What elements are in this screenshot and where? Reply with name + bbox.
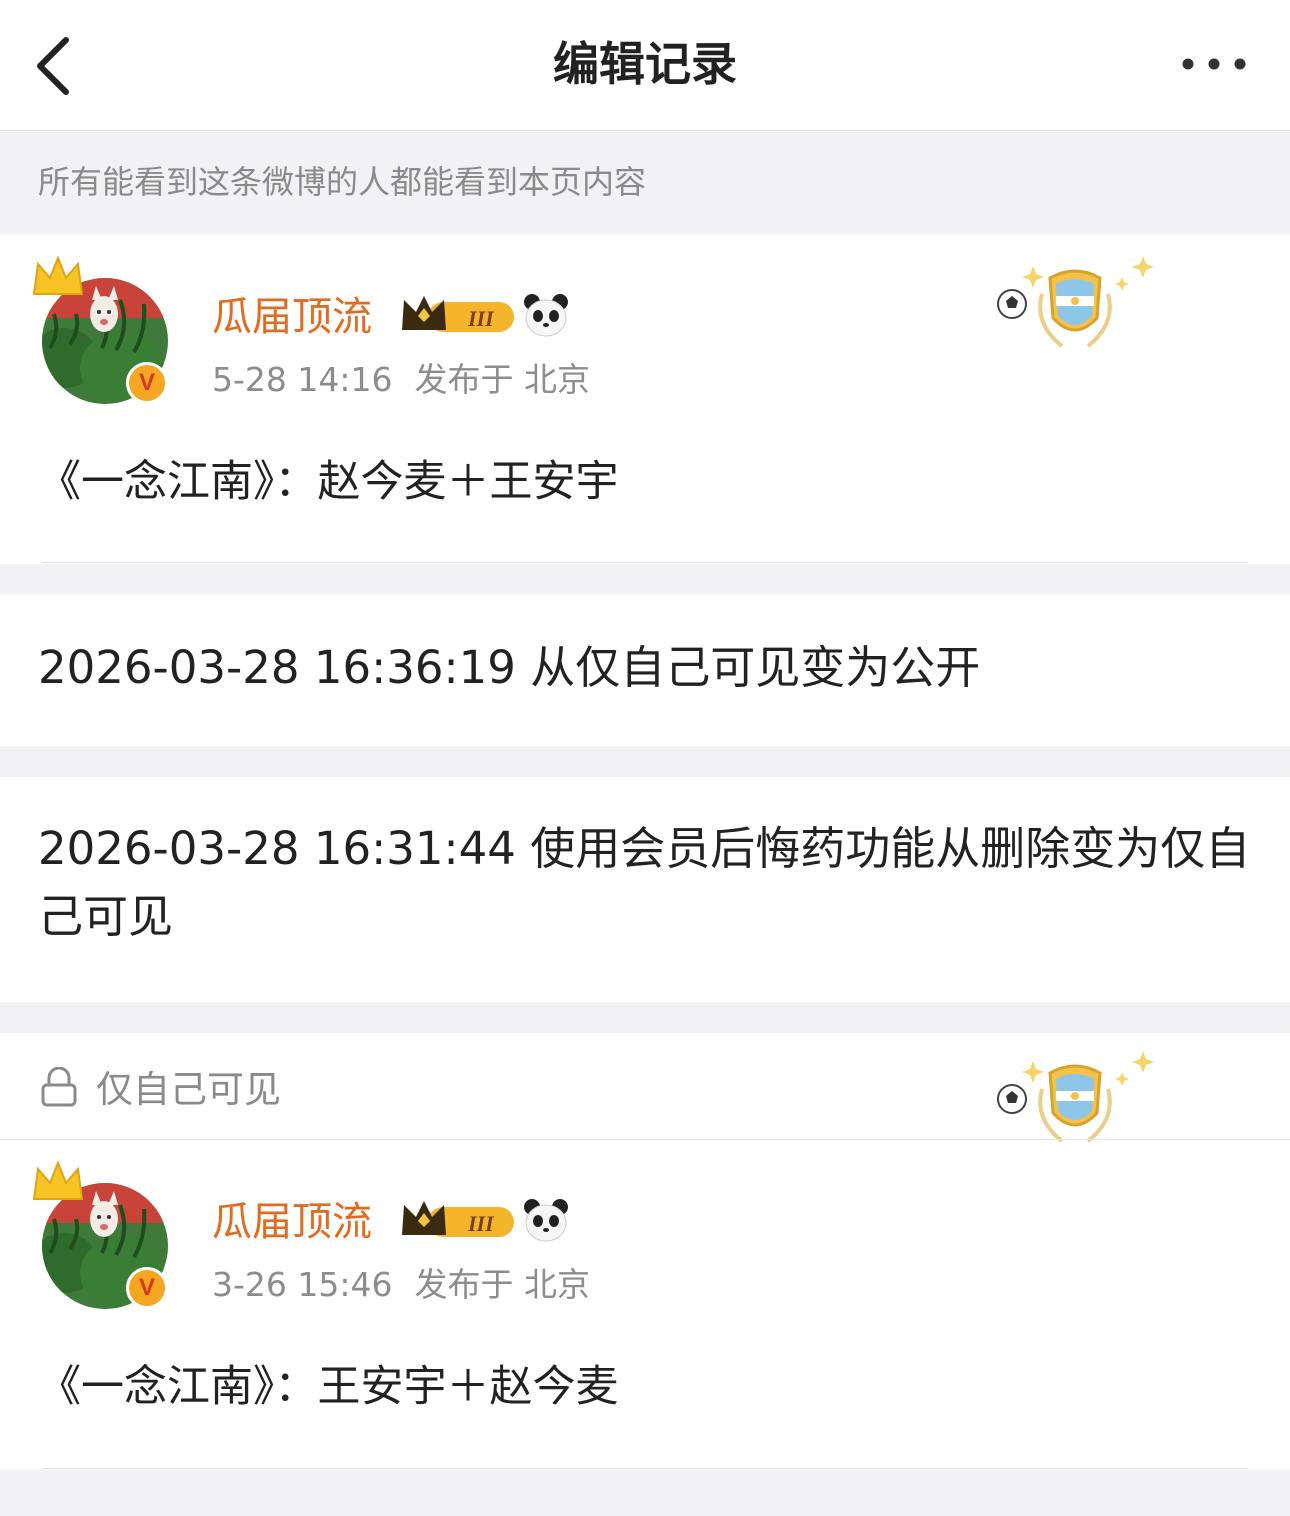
edit-log-text: 2026-03-28 16:31:44 使用会员后悔药功能从删除变为仅自己可见 — [38, 822, 1251, 943]
username[interactable]: 瓜届顶流 — [212, 292, 372, 342]
post-location: 发布于 北京 — [414, 360, 591, 399]
edit-log-text: 2026-03-28 16:36:19 从仅自己可见变为公开 — [38, 641, 981, 694]
more-dots-icon — [1182, 58, 1246, 70]
divider — [0, 1139, 1290, 1140]
edit-log-item: 2026-03-28 16:36:19 从仅自己可见变为公开 — [0, 594, 1290, 746]
argentina-football-shield-badge-icon — [997, 256, 1154, 348]
post-card-previous: 仅自己可见 V 瓜届顶流 III 3-26 15:46 发布于 北京 《一念江南… — [0, 1033, 1290, 1470]
more-button[interactable] — [1176, 44, 1256, 84]
post-location: 发布于 北京 — [414, 1265, 591, 1304]
panda-icon — [524, 294, 568, 337]
edit-log-item: 2026-03-28 16:31:44 使用会员后悔药功能从删除变为仅自己可见 — [0, 777, 1290, 1002]
avatar[interactable]: V — [32, 254, 176, 414]
visibility-label: 仅自己可见 — [96, 1068, 281, 1111]
divider — [42, 1468, 1248, 1469]
svg-text:III: III — [467, 1211, 495, 1236]
post-card-current: V 瓜届顶流 III 5-28 14:16 发布于 北京 《一念江南》：赵今麦＋王… — [0, 234, 1290, 564]
verified-badge: V — [126, 1267, 168, 1309]
post-meta: 3-26 15:46 发布于 北京 — [212, 1263, 590, 1307]
page-title: 编辑记录 — [553, 37, 737, 91]
post-content: 《一念江南》：赵今麦＋王安宇 — [38, 457, 619, 507]
username[interactable]: 瓜届顶流 — [212, 1197, 372, 1247]
visibility-notice: 所有能看到这条微博的人都能看到本页内容 — [38, 163, 647, 201]
nav-bar: 编辑记录 — [0, 0, 1290, 131]
post-meta: 5-28 14:16 发布于 北京 — [212, 358, 590, 402]
avatar[interactable]: V — [32, 1159, 176, 1319]
crown-level-3-badge-icon[interactable]: III — [400, 1199, 518, 1243]
panda-icon — [524, 1199, 568, 1242]
post-time: 5-28 14:16 — [212, 360, 393, 399]
argentina-football-shield-badge-icon — [997, 1051, 1154, 1143]
lock-icon — [41, 1067, 77, 1107]
svg-text:III: III — [467, 306, 495, 331]
crown-level-3-badge-icon[interactable]: III — [400, 294, 518, 338]
post-content: 《一念江南》：王安宇＋赵今麦 — [38, 1362, 619, 1412]
verified-badge: V — [126, 362, 168, 404]
crown-decoration-icon — [32, 255, 84, 295]
crown-decoration-icon — [32, 1160, 84, 1200]
divider — [42, 562, 1248, 563]
post-time: 3-26 15:46 — [212, 1265, 393, 1304]
